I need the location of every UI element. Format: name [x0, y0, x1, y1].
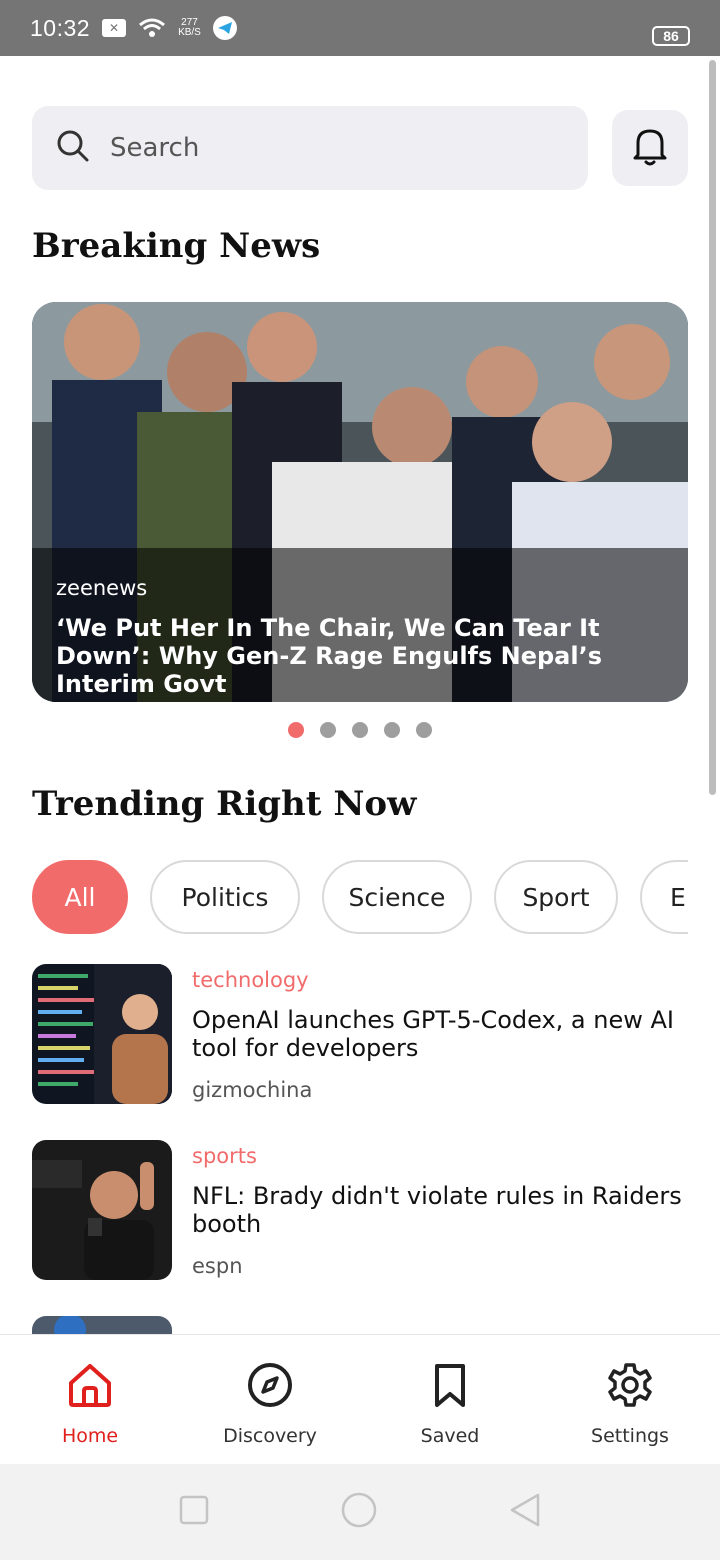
- notification-icon: ✕: [102, 19, 127, 37]
- nav-home[interactable]: Home: [0, 1335, 180, 1464]
- carousel-dot[interactable]: [384, 722, 400, 738]
- status-time: 10:32: [30, 14, 91, 41]
- chip-politics[interactable]: Politics: [150, 860, 300, 934]
- system-navigation-bar: [0, 1464, 720, 1560]
- news-source: gizmochina: [192, 1078, 313, 1102]
- recents-icon[interactable]: [178, 1494, 210, 1530]
- battery-indicator: 86: [652, 26, 690, 46]
- compass-icon: [246, 1361, 294, 1413]
- notifications-button[interactable]: [612, 110, 688, 186]
- chip-science[interactable]: Science: [322, 860, 472, 934]
- carousel-indicator: [288, 722, 432, 738]
- chip-entertainment[interactable]: En: [640, 860, 688, 934]
- scrollbar[interactable]: [709, 60, 716, 795]
- breaking-news-headline: ‘We Put Her In The Chair, We Can Tear It…: [56, 614, 602, 698]
- breaking-news-overlay: zeenews ‘We Put Her In The Chair, We Can…: [32, 548, 688, 702]
- news-thumbnail: [32, 964, 172, 1104]
- bell-icon: [630, 125, 670, 171]
- network-speed: 277 KB/S: [178, 18, 201, 38]
- search-icon: [56, 129, 90, 167]
- home-icon: [66, 1361, 114, 1413]
- search-bar[interactable]: [32, 106, 588, 190]
- news-list-item[interactable]: sports NFL: Brady didn't violate rules i…: [32, 1140, 688, 1280]
- gear-icon: [606, 1361, 654, 1413]
- status-bar: 10:32 ✕ 277 KB/S 86: [0, 0, 720, 56]
- nav-discovery[interactable]: Discovery: [180, 1335, 360, 1464]
- nav-home-label: Home: [61, 1425, 119, 1447]
- nav-settings[interactable]: Settings: [540, 1335, 720, 1464]
- trending-title: Trending Right Now: [32, 784, 417, 824]
- chip-sport[interactable]: Sport: [494, 860, 618, 934]
- network-speed-unit: KB/S: [178, 27, 201, 38]
- carousel-dot-active[interactable]: [288, 722, 304, 738]
- carousel-dot[interactable]: [320, 722, 336, 738]
- category-chips: All Politics Science Sport En: [32, 860, 688, 934]
- carousel-dot[interactable]: [416, 722, 432, 738]
- nav-saved-label: Saved: [420, 1425, 480, 1447]
- breaking-news-card[interactable]: zeenews ‘We Put Her In The Chair, We Can…: [32, 302, 688, 702]
- news-category: technology: [192, 968, 309, 992]
- back-icon[interactable]: [508, 1492, 542, 1532]
- news-title: OpenAI launches GPT-5-Codex, a new AI to…: [192, 1006, 674, 1062]
- home-button-icon[interactable]: [340, 1491, 378, 1533]
- breaking-news-source: zeenews: [56, 576, 148, 600]
- nav-settings-label: Settings: [591, 1425, 669, 1447]
- wifi-icon: [138, 17, 166, 39]
- bookmark-icon: [426, 1361, 474, 1413]
- nav-saved[interactable]: Saved: [360, 1335, 540, 1464]
- nav-discovery-label: Discovery: [223, 1425, 317, 1447]
- news-source: espn: [192, 1254, 243, 1278]
- telegram-icon: [212, 16, 237, 40]
- breaking-news-title: Breaking News: [32, 226, 321, 266]
- news-category: sports: [192, 1144, 257, 1168]
- carousel-dot[interactable]: [352, 722, 368, 738]
- bottom-navigation: Home Discovery Saved Settings: [0, 1334, 720, 1464]
- news-list-item[interactable]: technology OpenAI launches GPT-5-Codex, …: [32, 964, 688, 1104]
- chip-all[interactable]: All: [32, 860, 128, 934]
- news-title: NFL: Brady didn't violate rules in Raide…: [192, 1182, 682, 1238]
- search-input[interactable]: [110, 133, 530, 163]
- news-thumbnail: [32, 1140, 172, 1280]
